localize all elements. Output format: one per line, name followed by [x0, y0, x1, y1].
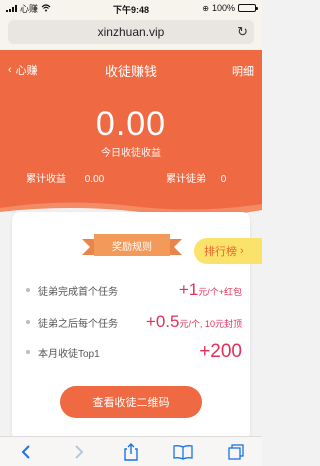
rule-text: 徒弟之后每个任务	[38, 318, 118, 330]
rule-text: 本月收徒Top1	[38, 348, 100, 360]
status-bar: 心赚 下午9:48 ⊕ 100%	[0, 0, 262, 16]
reward-rules-ribbon: 奖励规则	[82, 234, 182, 256]
status-time: 下午9:48	[112, 5, 149, 15]
bullet-icon	[26, 350, 30, 354]
browser-toolbar	[0, 436, 262, 466]
ranking-label: 排行榜	[204, 246, 237, 258]
total-income-label: 累计收益	[26, 174, 66, 185]
browser-bar: xinzhuan.vip ↻	[0, 16, 262, 50]
url-bar[interactable]: xinzhuan.vip ↻	[8, 20, 254, 44]
url-text: xinzhuan.vip	[97, 25, 165, 39]
battery-icon	[238, 4, 258, 12]
ranking-button[interactable]: 排行榜 ›	[194, 238, 262, 264]
total-apprentices: 累计徒弟 0	[166, 170, 226, 185]
reload-icon[interactable]: ↻	[237, 24, 248, 40]
today-amount: 0.00	[95, 105, 167, 143]
nav-bar: ‹ 心赚 收徒赚钱 明细	[0, 50, 262, 88]
rule-reward: +1元/个+红包	[178, 280, 242, 299]
rule-reward: +200	[199, 341, 242, 362]
ribbon-label: 奖励规则	[94, 234, 170, 256]
today-amount-label: 今日收徒收益	[101, 148, 161, 159]
page-title: 收徒赚钱	[104, 64, 157, 79]
bullet-icon	[26, 288, 30, 292]
tabs-icon[interactable]	[222, 440, 250, 464]
bookmarks-icon[interactable]	[169, 440, 197, 464]
total-apprentices-label: 累计徒弟	[166, 174, 206, 185]
total-income-value: 0.00	[84, 174, 105, 185]
share-icon[interactable]	[117, 440, 145, 464]
rule-item: 本月收徒Top1 +200	[26, 341, 242, 362]
view-qr-button[interactable]: 查看收徒二维码	[60, 386, 202, 418]
total-apprentices-value: 0	[220, 174, 227, 185]
chevron-right-icon: ›	[240, 245, 244, 257]
detail-link[interactable]: 明细	[232, 63, 254, 79]
total-income: 累计收益 0.00	[26, 170, 104, 185]
forward-icon[interactable]	[65, 440, 93, 464]
rule-text: 徒弟完成首个任务	[38, 286, 118, 298]
rule-item: 徒弟完成首个任务 +1元/个+红包	[26, 280, 242, 300]
back-icon[interactable]	[12, 440, 40, 464]
reward-card: 奖励规则 排行榜 › 徒弟完成首个任务 +1元/个+红包 徒弟之后每个任务 +0…	[12, 212, 262, 440]
rule-reward: +0.5元/个, 10元封顶	[145, 312, 242, 331]
bullet-icon	[26, 320, 30, 324]
rule-item: 徒弟之后每个任务 +0.5元/个, 10元封顶	[26, 312, 242, 332]
earnings-header: ‹ 心赚 收徒赚钱 明细 0.00 今日收徒收益 累计收益 0.00 累计徒弟 …	[0, 50, 262, 218]
